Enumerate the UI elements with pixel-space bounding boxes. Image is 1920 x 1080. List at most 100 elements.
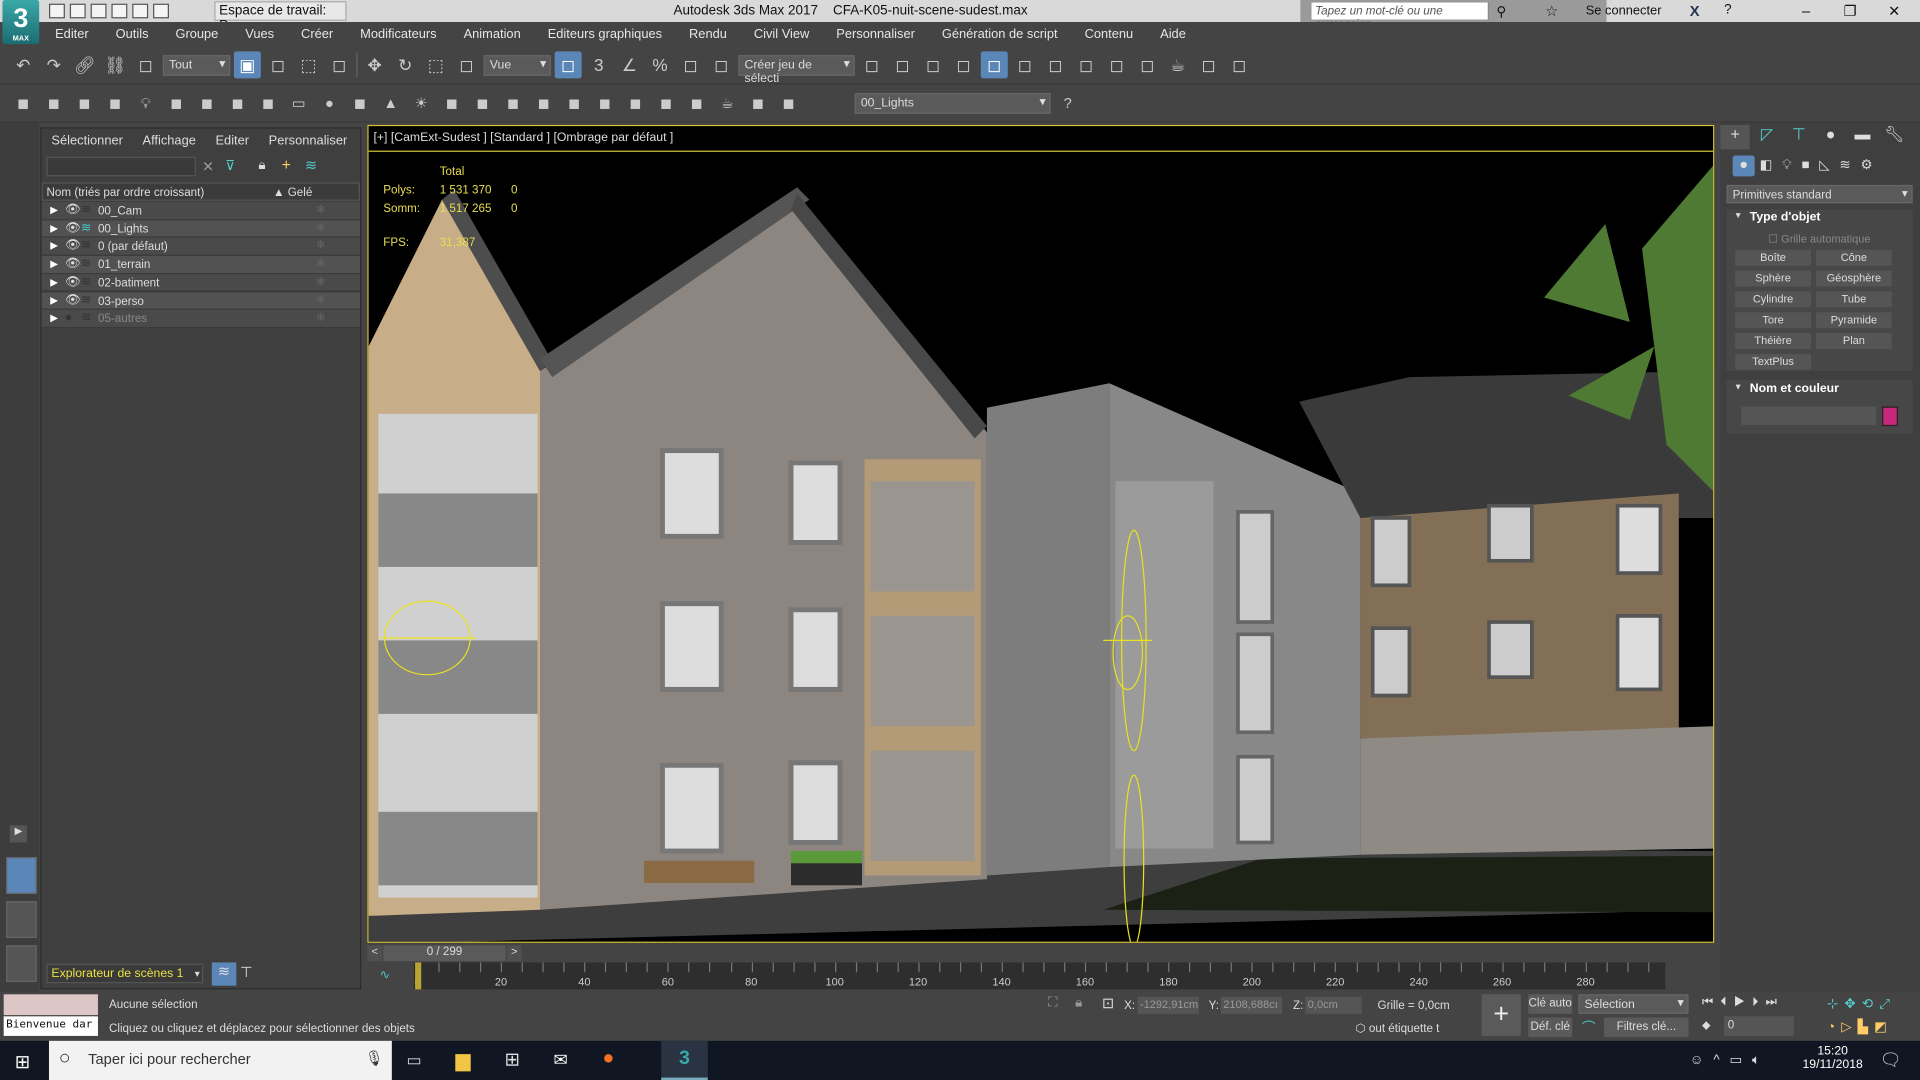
primitive-button[interactable]: Cône [1815, 249, 1892, 266]
named-selection-dropdown[interactable]: Créer jeu de sélecti [738, 54, 855, 85]
geosphere-icon[interactable]: ◼ [438, 89, 465, 116]
render-iterative-icon[interactable]: ◻ [1195, 51, 1222, 78]
viewport-icon[interactable]: ◼ [40, 89, 67, 116]
snap-toggle-icon[interactable]: 3 [585, 51, 612, 78]
select-by-name-icon[interactable]: ◻ [264, 51, 291, 78]
filter-icon[interactable]: ⊽ [225, 158, 235, 174]
freeze-icon[interactable]: ❄ [316, 311, 326, 324]
autogrid-checkbox[interactable]: ☐ Grille automatique [1768, 233, 1870, 246]
undo-icon[interactable] [111, 3, 128, 19]
taskbar-search[interactable]: ○ Taper ici pour rechercher 🎙︎ [48, 1040, 392, 1080]
render-icon[interactable]: ☕︎ [714, 89, 741, 116]
menu-1[interactable]: Outils [102, 27, 162, 42]
freeze-icon[interactable]: ❄ [316, 257, 326, 270]
expand-icon[interactable]: ▶ [9, 825, 27, 843]
expand-arrow-icon[interactable]: ▶ [50, 294, 58, 305]
eye-icon[interactable]: 👁︎ [65, 203, 81, 216]
scale-icon[interactable]: ⬚ [422, 51, 449, 78]
particles-icon[interactable]: ◼ [163, 89, 190, 116]
photo-icon[interactable]: ◼ [775, 89, 802, 116]
menu-2[interactable]: Groupe [162, 27, 232, 42]
eye-icon[interactable]: 👁︎ [65, 275, 81, 288]
sign-in-button[interactable]: Se connecter [1586, 4, 1662, 19]
menu-9[interactable]: Civil View [740, 27, 822, 42]
a360-icon[interactable]: ◻ [1226, 51, 1253, 78]
render-setup-icon[interactable]: ◻ [1103, 51, 1130, 78]
primitive-button[interactable]: Tube [1815, 291, 1892, 308]
key-selection-dropdown[interactable]: Sélection [1578, 994, 1689, 1014]
microphone-icon[interactable]: 🎙︎ [365, 1049, 384, 1066]
motion-tab[interactable]: ● [1816, 125, 1845, 149]
helper-icon[interactable]: ◼ [193, 89, 220, 116]
edit-named-sel-icon[interactable]: ◻ [708, 51, 735, 78]
hierarchy-tab[interactable]: ⊤ [1784, 125, 1813, 149]
freeze-icon[interactable]: ❄ [316, 293, 326, 306]
layer-row[interactable]: ▶ 👁︎ ≋ 00_Cam ❄ [41, 202, 361, 221]
ik-icon[interactable]: ◼ [530, 89, 557, 116]
utilities-tab[interactable]: 🔧︎ [1880, 125, 1909, 149]
freeze-icon[interactable]: ❄ [316, 203, 326, 216]
mirror-icon[interactable]: ◻ [858, 51, 885, 78]
table-icon[interactable]: ◼ [102, 89, 129, 116]
sort-by-hierarchy-button[interactable]: ⊤ [240, 964, 253, 981]
maxscript-input[interactable]: Bienvenue dar [3, 1016, 98, 1036]
sort-by-layer-button[interactable]: ≋ [211, 962, 237, 986]
select-object-icon[interactable]: ▣ [233, 51, 261, 79]
chevron-down-icon[interactable]: ▾ [195, 969, 200, 980]
primitive-button[interactable]: Théière [1735, 333, 1812, 349]
explorer-menu-1[interactable]: Affichage [143, 133, 196, 148]
primitive-type-dropdown[interactable]: Primitives standard [1726, 184, 1913, 204]
clear-search-icon[interactable]: ✕ [202, 158, 214, 175]
grid-icon[interactable]: ◼ [71, 89, 98, 116]
foliage-icon[interactable]: ◼ [591, 89, 618, 116]
maxscript-listener-output[interactable] [3, 994, 98, 1016]
current-frame-marker[interactable] [415, 962, 422, 990]
3dsmax-taskbar-icon[interactable]: 3 [661, 1040, 708, 1080]
time-slider[interactable]: 0 / 299 [383, 945, 506, 962]
redo-icon[interactable] [132, 3, 149, 19]
store-icon[interactable]: ⊞ [504, 1048, 519, 1070]
layer-row[interactable]: ▶ 👁︎ ≋ 01_terrain ❄ [41, 256, 361, 275]
tray-icons[interactable]: ☺^▭🔈︎ [1690, 1052, 1770, 1069]
z-coord-input[interactable]: 0,0cm [1305, 996, 1362, 1014]
file-explorer-icon[interactable]: ▆ [456, 1048, 471, 1072]
viewport[interactable]: [+] [CamExt-Sudest ] [Standard ] [Ombrag… [367, 124, 1715, 943]
app-menu-button[interactable]: 3 MAX [2, 0, 40, 45]
track-bar[interactable]: 020406080100120140160180200220240260280 [413, 962, 1666, 990]
rollout-title[interactable]: Nom et couleur [1750, 382, 1839, 395]
selection-lock-icon[interactable]: 🔒︎ [1075, 996, 1082, 1012]
object-icon[interactable]: ◼ [744, 89, 771, 116]
infocenter-search-input[interactable]: Tapez un mot-clé ou une expression [1310, 1, 1489, 32]
redo-icon[interactable]: ↷ [40, 51, 67, 78]
object-name-input[interactable] [1741, 406, 1876, 425]
ribbon-icon[interactable]: ◻ [980, 51, 1008, 79]
open-file-icon[interactable] [69, 3, 86, 19]
eye-icon[interactable]: 👁︎ [65, 293, 81, 306]
x-coord-input[interactable]: -1292,91cm [1137, 996, 1199, 1014]
absolute-mode-icon[interactable]: ⊡ [1102, 994, 1114, 1011]
layer-icon[interactable]: ≋ [81, 293, 91, 306]
exchange-icon[interactable]: X [1690, 2, 1700, 19]
menu-12[interactable]: Contenu [1071, 27, 1147, 42]
sun-icon[interactable]: ☀ [408, 89, 435, 116]
freeze-icon[interactable]: ❄ [316, 275, 326, 288]
schematic-icon[interactable]: ◻ [1042, 51, 1069, 78]
render-icon[interactable]: ☕︎ [1164, 51, 1191, 78]
key-filters-button[interactable]: Filtres clé... [1604, 1017, 1689, 1038]
display-tab[interactable]: ▬ [1848, 125, 1877, 149]
modify-tab[interactable]: ◸ [1752, 125, 1781, 149]
plane-icon[interactable]: ◼ [255, 89, 282, 116]
binoculars-icon[interactable]: ⚲ [1496, 4, 1506, 20]
cloth-icon[interactable]: ◼ [561, 89, 588, 116]
help-icon[interactable]: ? [1054, 89, 1081, 116]
rect-selection-icon[interactable]: ⬚ [295, 51, 322, 78]
layout-single-button[interactable] [6, 857, 37, 894]
explorer-selector[interactable]: Explorateur de scènes 1 [46, 963, 204, 984]
column-frozen[interactable]: Gelé [288, 186, 313, 199]
layer-dropdown[interactable]: 00_Lights [854, 92, 1051, 114]
explorer-menu-2[interactable]: Editer [215, 133, 249, 148]
layer-row[interactable]: ▶ 👁︎ ≋ 00_Lights ❄ [41, 220, 361, 239]
layer-icon[interactable]: ≋ [81, 239, 91, 252]
help-icon[interactable]: ? [1724, 2, 1732, 17]
star-icon[interactable]: ☆ [1545, 2, 1558, 19]
